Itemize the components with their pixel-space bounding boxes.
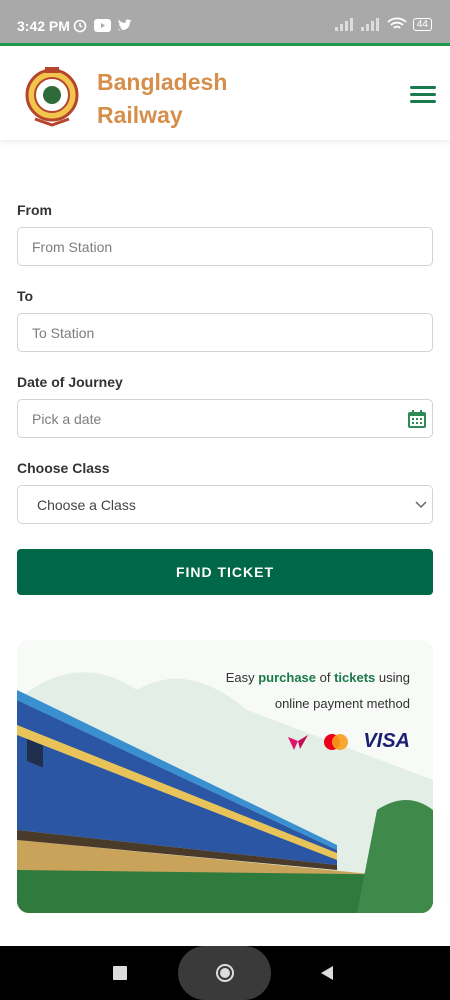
date-label: Date of Journey (17, 374, 123, 390)
twitter-icon (118, 19, 132, 31)
youtube-icon (94, 18, 111, 32)
find-ticket-button[interactable]: FIND TICKET (17, 549, 433, 595)
chevron-down-icon (415, 501, 427, 509)
status-time: 3:42 PM (17, 18, 70, 34)
banner-line-1: Easy purchase of tickets using (225, 670, 410, 685)
banner-text: Easy purchase of tickets using online pa… (226, 665, 410, 717)
banner-line-2: online payment method (274, 696, 410, 711)
payment-banner: Easy purchase of tickets using online pa… (17, 640, 433, 913)
class-label: Choose Class (17, 460, 110, 476)
status-system-icons: 44 (334, 17, 432, 31)
class-selected: Choose a Class (37, 496, 136, 513)
brand-line-1: Bangladesh (97, 69, 228, 95)
from-label: From (17, 202, 52, 218)
status-notification-icons (72, 17, 133, 33)
date-input[interactable]: Pick a date (17, 399, 433, 438)
signal-icon (334, 18, 353, 31)
calendar-icon[interactable] (407, 409, 427, 429)
to-station-input[interactable]: To Station (17, 313, 433, 352)
wifi-icon (387, 17, 407, 29)
signal-icon-2 (360, 18, 379, 31)
to-label: To (17, 288, 34, 304)
status-bar: 3:42 PM 44 (0, 0, 450, 44)
bkash-icon (288, 734, 309, 750)
battery-icon: 44 (412, 17, 432, 31)
payment-methods: VISA (287, 730, 410, 753)
alarm-icon (73, 19, 87, 33)
from-station-input[interactable]: From Station (17, 227, 433, 266)
brand-name: Bangladesh Railway (97, 66, 227, 132)
from-placeholder: From Station (32, 238, 113, 255)
to-placeholder: To Station (32, 324, 95, 341)
app-header: Bangladesh Railway (0, 46, 450, 140)
class-select[interactable]: Choose a Class (17, 485, 433, 524)
home-icon (216, 964, 234, 982)
mastercard-icon (324, 733, 349, 750)
visa-icon: VISA (363, 730, 410, 752)
bangladesh-railway-logo (25, 67, 79, 127)
back-icon[interactable] (320, 965, 334, 981)
brand-line-2: Railway (97, 102, 183, 128)
system-nav-bar (0, 946, 450, 1000)
home-button[interactable] (178, 946, 271, 1000)
search-form: From From Station To To Station Date of … (17, 200, 433, 524)
recents-icon[interactable] (113, 966, 127, 980)
date-placeholder: Pick a date (32, 410, 102, 427)
menu-icon[interactable] (410, 86, 436, 106)
